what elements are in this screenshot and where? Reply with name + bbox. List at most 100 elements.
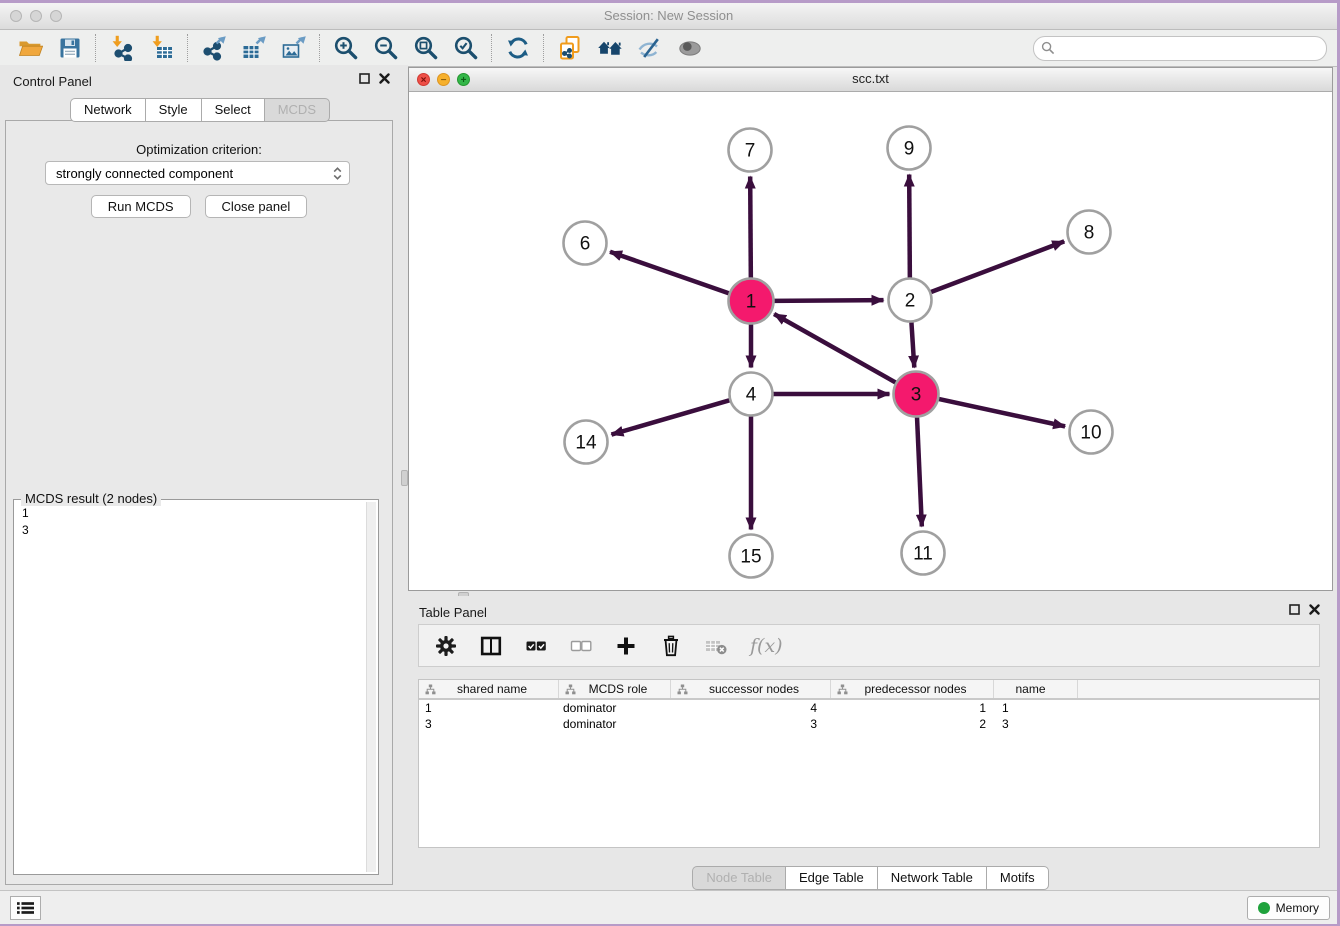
graph-node-11[interactable]: 11 <box>902 532 945 575</box>
task-history-button[interactable] <box>10 896 41 920</box>
zoom-window-button[interactable] <box>50 10 62 22</box>
table-row[interactable]: 1dominator411 <box>419 700 1319 716</box>
table-cell-predecessor-nodes[interactable]: 1 <box>831 700 994 716</box>
zoom-in-button[interactable] <box>326 32 366 64</box>
zoom-out-button[interactable] <box>366 32 406 64</box>
export-network-button[interactable] <box>194 32 234 64</box>
graph-edge-4-14[interactable] <box>611 400 729 434</box>
close-panel-icon[interactable] <box>379 73 390 84</box>
mcds-result-text[interactable]: 1 3 <box>17 503 365 871</box>
graph-edge-2-9[interactable] <box>909 174 910 277</box>
close-view-button[interactable]: × <box>417 73 430 86</box>
float-table-panel-icon[interactable] <box>1289 604 1300 615</box>
tab-select[interactable]: Select <box>201 98 264 122</box>
delete-table-button[interactable] <box>705 635 727 657</box>
graph-node-2[interactable]: 2 <box>889 279 932 322</box>
search-input[interactable] <box>1033 36 1327 61</box>
close-panel-button[interactable]: Close panel <box>205 195 308 218</box>
toolbar-separator <box>95 34 97 62</box>
graph-edge-1-6[interactable] <box>610 252 730 294</box>
graph-node-8[interactable]: 8 <box>1068 211 1111 254</box>
graph-edge-2-8[interactable] <box>931 241 1064 292</box>
home-view-icon <box>597 35 623 61</box>
zoom-fit-button[interactable] <box>406 32 446 64</box>
graph-edge-3-11[interactable] <box>917 416 922 526</box>
vertical-splitter[interactable] <box>400 65 408 891</box>
zoom-view-button[interactable]: + <box>457 73 470 86</box>
graph-edge-3-1[interactable] <box>774 314 896 383</box>
save-session-button[interactable] <box>50 32 90 64</box>
home-view-button[interactable] <box>590 32 630 64</box>
graph-edge-1-7[interactable] <box>750 176 751 278</box>
column-header-predecessor-nodes[interactable]: predecessor nodes <box>831 680 994 698</box>
float-panel-icon[interactable] <box>359 73 370 84</box>
graph-node-14[interactable]: 14 <box>565 421 608 464</box>
graph-node-10[interactable]: 10 <box>1070 411 1113 454</box>
split-view-button[interactable] <box>480 635 502 657</box>
column-header-successor-nodes[interactable]: successor nodes <box>671 680 831 698</box>
table-tab-motifs[interactable]: Motifs <box>986 866 1049 890</box>
export-table-button[interactable] <box>234 32 274 64</box>
refresh-view-button[interactable] <box>498 32 538 64</box>
show-all-button[interactable] <box>670 32 710 64</box>
minimize-view-button[interactable]: − <box>437 73 450 86</box>
table-cell-predecessor-nodes[interactable]: 2 <box>831 716 994 732</box>
minimize-window-button[interactable] <box>30 10 42 22</box>
tab-mcds[interactable]: MCDS <box>264 98 330 122</box>
network-canvas[interactable]: 7 9 6 8 1 2 4 3 14 10 15 11 <box>409 92 1332 590</box>
table-cell-mcds-role[interactable]: dominator <box>559 700 671 716</box>
open-session-icon <box>17 35 43 61</box>
hide-unselected-button[interactable] <box>630 32 670 64</box>
table-tab-edge-table[interactable]: Edge Table <box>785 866 877 890</box>
table-cell-shared-name[interactable]: 1 <box>419 700 559 716</box>
memory-button[interactable]: Memory <box>1247 896 1330 920</box>
table-cell-name[interactable]: 1 <box>994 700 1078 716</box>
import-network-button[interactable] <box>102 32 142 64</box>
run-mcds-button[interactable]: Run MCDS <box>91 195 191 218</box>
graph-node-6[interactable]: 6 <box>564 222 607 265</box>
deselect-all-button[interactable] <box>570 635 592 657</box>
function-builder-button[interactable]: f(x) <box>750 635 783 657</box>
graph-edge-3-10[interactable] <box>938 399 1065 427</box>
criterion-select[interactable]: strongly connected component <box>45 161 350 185</box>
result-scrollbar[interactable] <box>366 502 376 872</box>
close-window-button[interactable] <box>10 10 22 22</box>
mcds-result-box: MCDS result (2 nodes) 1 3 <box>13 499 379 875</box>
graph-node-1[interactable]: 1 <box>729 279 774 324</box>
table-tab-network-table[interactable]: Network Table <box>877 866 986 890</box>
table-cell-successor-nodes[interactable]: 4 <box>671 700 831 716</box>
tab-style[interactable]: Style <box>145 98 201 122</box>
share-document-button[interactable] <box>550 32 590 64</box>
table-cell-shared-name[interactable]: 3 <box>419 716 559 732</box>
column-header-name[interactable]: name <box>994 680 1078 698</box>
graph-node-15[interactable]: 15 <box>730 535 773 578</box>
table-cell-mcds-role[interactable]: dominator <box>559 716 671 732</box>
close-table-panel-icon[interactable] <box>1309 604 1320 615</box>
select-all-button[interactable] <box>525 635 547 657</box>
memory-label: Memory <box>1276 901 1319 915</box>
graph-node-7[interactable]: 7 <box>729 129 772 172</box>
graph-node-9[interactable]: 9 <box>888 127 931 170</box>
table-cell-name[interactable]: 3 <box>994 716 1078 732</box>
add-column-button[interactable] <box>615 635 637 657</box>
export-image-button[interactable] <box>274 32 314 64</box>
window-controls <box>10 10 62 22</box>
table-settings-button[interactable] <box>435 635 457 657</box>
zoom-selected-button[interactable] <box>446 32 486 64</box>
column-header-shared-name[interactable]: shared name <box>419 680 559 698</box>
status-bar: Memory <box>0 890 1337 924</box>
splitter-handle[interactable] <box>401 470 408 486</box>
table-cell-successor-nodes[interactable]: 3 <box>671 716 831 732</box>
network-graph[interactable]: 7 9 6 8 1 2 4 3 14 10 15 11 <box>409 92 1334 592</box>
tab-network[interactable]: Network <box>70 98 145 122</box>
graph-edge-1-2[interactable] <box>773 300 883 301</box>
open-session-button[interactable] <box>10 32 50 64</box>
graph-node-3[interactable]: 3 <box>894 372 939 417</box>
import-table-button[interactable] <box>142 32 182 64</box>
graph-edge-2-3[interactable] <box>911 322 914 367</box>
table-tab-node-table[interactable]: Node Table <box>692 866 785 890</box>
table-row[interactable]: 3dominator323 <box>419 716 1319 732</box>
delete-column-button[interactable] <box>660 635 682 657</box>
graph-node-4[interactable]: 4 <box>730 373 773 416</box>
column-header-mcds-role[interactable]: MCDS role <box>559 680 671 698</box>
